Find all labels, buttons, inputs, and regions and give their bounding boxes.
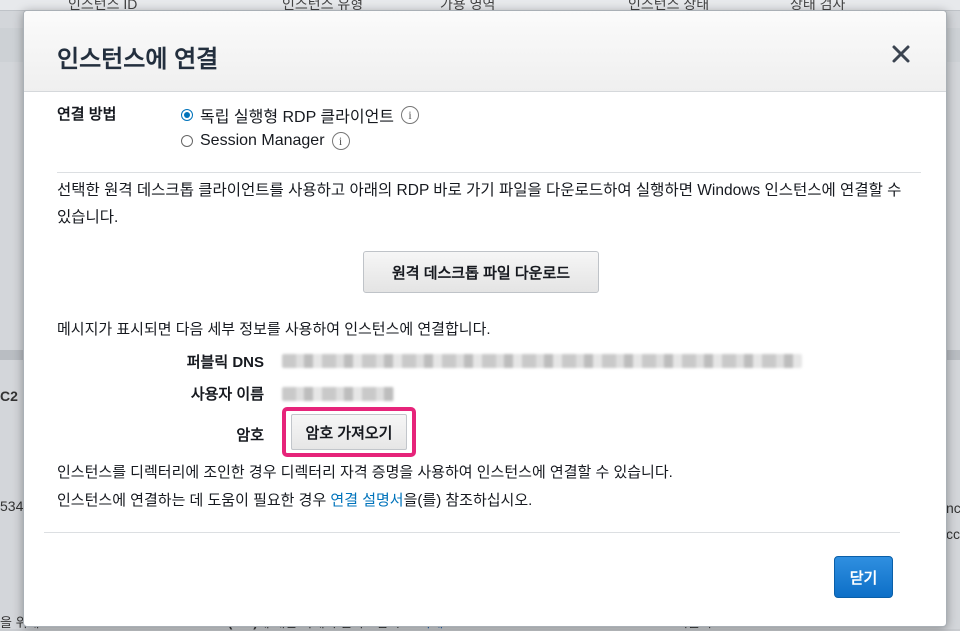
option-rdp-client[interactable]: 독립 실행형 RDP 클라이언트 i <box>181 102 420 128</box>
option-rdp-client-label[interactable]: 독립 실행형 RDP 클라이언트 <box>200 103 394 127</box>
rdp-description: 선택한 원격 데스크톱 클라이언트를 사용하고 아래의 RDP 바로 가기 파일… <box>57 182 902 226</box>
info-icon[interactable]: i <box>331 132 350 150</box>
connection-method-options: 독립 실행형 RDP 클라이언트 i Session Manager i <box>181 102 420 154</box>
option-session-manager[interactable]: Session Manager i <box>181 128 419 154</box>
domain-join-note: 인스턴스를 디렉터리에 조인한 경우 디렉터리 자격 증명을 사용하여 인스턴스… <box>57 464 673 481</box>
help-note-prefix: 인스턴스에 연결하는 데 도움이 필요한 경우 <box>57 492 331 509</box>
background-fragment: 534 <box>0 498 24 514</box>
option-session-manager-label[interactable]: Session Manager <box>200 132 325 150</box>
connection-method-label: 연결 방법 <box>57 106 117 123</box>
info-icon[interactable]: i <box>401 106 420 124</box>
dialog-title: 인스턴스에 연결 <box>57 46 219 73</box>
details-message: 메시지가 표시되면 다음 세부 정보를 사용하여 인스턴스에 연결합니다. <box>57 321 491 338</box>
close-icon[interactable] <box>890 43 912 65</box>
radio-session-manager[interactable] <box>181 135 193 147</box>
download-rdp-file-button[interactable]: 원격 데스크톱 파일 다운로드 <box>363 251 599 293</box>
radio-rdp-client[interactable] <box>181 109 193 121</box>
public-dns-value-redacted <box>282 354 802 368</box>
footer-divider <box>44 532 900 533</box>
dialog-header: 인스턴스에 연결 <box>24 11 946 92</box>
public-dns-label: 퍼블릭 DNS <box>186 354 264 371</box>
get-password-highlight: 암호 가져오기 <box>282 407 416 457</box>
help-note: 인스턴스에 연결하는 데 도움이 필요한 경우 연결 설명서을(를) 참조하십시… <box>57 489 532 510</box>
divider <box>57 172 921 173</box>
get-password-button[interactable]: 암호 가져오기 <box>291 414 407 450</box>
password-label: 암호 <box>236 427 264 444</box>
username-value-redacted <box>282 387 394 401</box>
help-note-suffix: 을(를) 참조하십시오. <box>403 492 533 509</box>
close-button[interactable]: 닫기 <box>834 556 893 598</box>
background-fragment: C2 <box>0 388 18 404</box>
background-fragment: nc <box>946 500 960 516</box>
background-fragment: cc <box>946 526 960 542</box>
connection-guide-link[interactable]: 연결 설명서 <box>330 492 403 509</box>
username-label: 사용자 이름 <box>190 386 264 403</box>
connect-to-instance-dialog: 인스턴스에 연결 연결 방법 독립 실행형 RDP 클라이언트 i Sessio… <box>23 10 947 627</box>
